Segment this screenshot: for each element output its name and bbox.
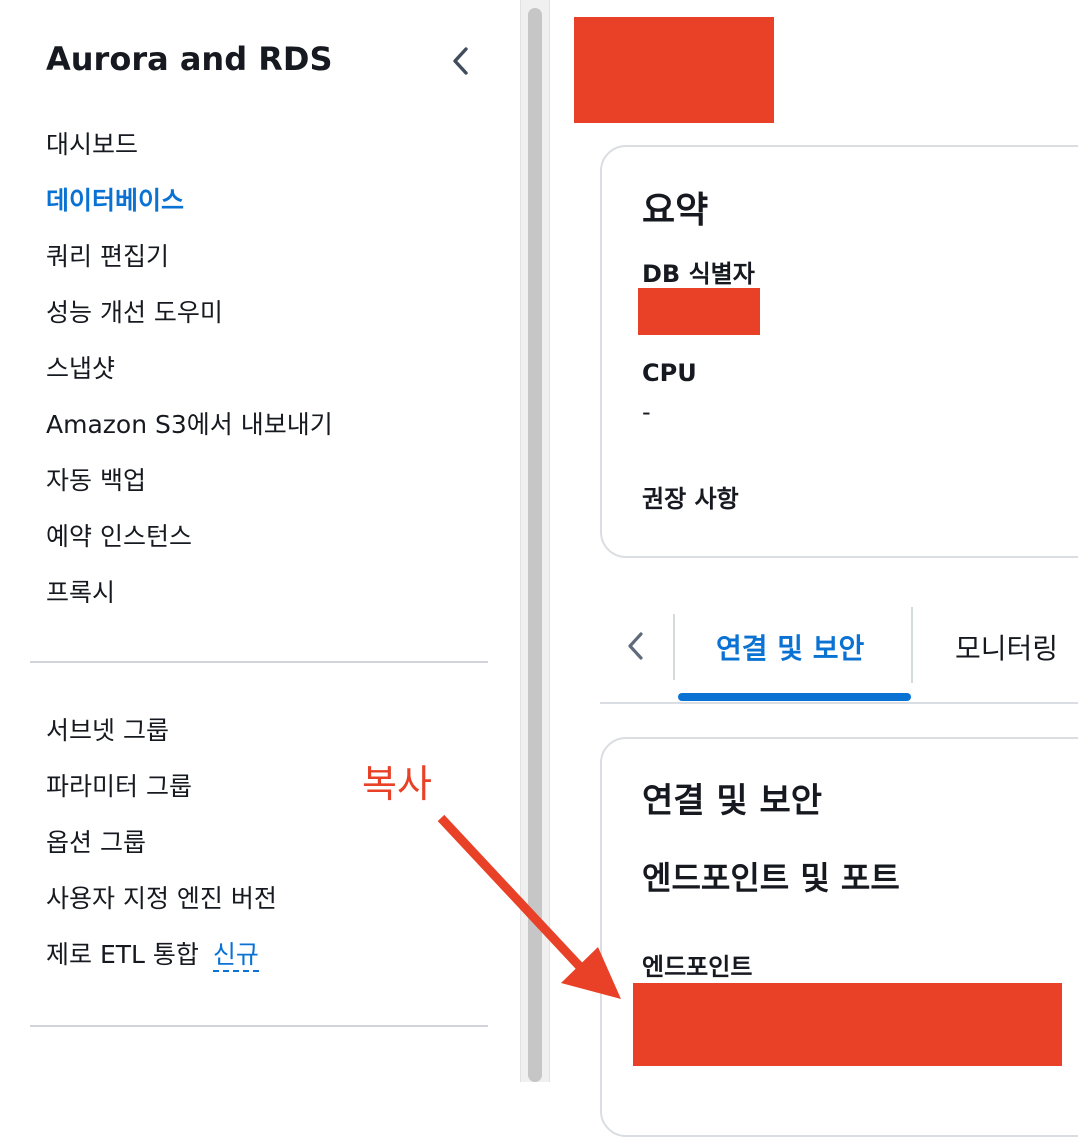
cpu-value: - — [642, 398, 651, 426]
sidebar-nav-primary: 대시보드 데이터베이스 쿼리 편집기 성능 개선 도우미 스냅샷 Amazon … — [46, 117, 333, 621]
chevron-left-icon — [453, 47, 468, 75]
sidebar-item-proxies[interactable]: 프록시 — [46, 565, 333, 621]
tab-separator — [911, 607, 913, 683]
sidebar-item-subnet-groups[interactable]: 서브넷 그룹 — [46, 703, 277, 759]
sidebar-item-dashboard[interactable]: 대시보드 — [46, 117, 333, 173]
active-tab-indicator — [678, 693, 911, 701]
chevron-left-icon — [628, 632, 643, 660]
annotation-copy-label: 복사 — [362, 762, 432, 806]
sidebar-item-exports-s3[interactable]: Amazon S3에서 내보내기 — [46, 397, 333, 453]
sidebar-collapse-button[interactable] — [446, 44, 476, 78]
sidebar-divider — [30, 661, 488, 663]
sidebar-title: Aurora and RDS — [46, 40, 333, 78]
summary-title: 요약 — [642, 190, 709, 231]
sidebar-item-performance-insights[interactable]: 성능 개선 도우미 — [46, 285, 333, 341]
sidebar: Aurora and RDS 대시보드 데이터베이스 쿼리 편집기 성능 개선 … — [0, 0, 520, 1082]
tab-connectivity-security[interactable]: 연결 및 보안 — [716, 627, 864, 667]
sidebar-item-snapshots[interactable]: 스냅샷 — [46, 341, 333, 397]
sidebar-item-custom-engine-versions[interactable]: 사용자 지정 엔진 버전 — [46, 871, 277, 927]
redacted-db-identifier — [638, 288, 760, 335]
sidebar-item-databases[interactable]: 데이터베이스 — [46, 173, 333, 229]
sidebar-item-automated-backups[interactable]: 자동 백업 — [46, 453, 333, 509]
tabs-prev-button[interactable] — [622, 628, 650, 664]
endpoint-port-heading: 엔드포인트 및 포트 — [642, 859, 900, 897]
sidebar-divider — [30, 1025, 488, 1027]
tab-separator — [673, 614, 675, 680]
new-badge: 신규 — [212, 940, 259, 972]
redacted-endpoint-value[interactable] — [633, 983, 1062, 1066]
sidebar-item-option-groups[interactable]: 옵션 그룹 — [46, 815, 277, 871]
sidebar-item-zero-etl[interactable]: 제로 ETL 통합 신규 — [46, 927, 277, 983]
sidebar-item-parameter-groups[interactable]: 파라미터 그룹 — [46, 759, 277, 815]
sidebar-item-reserved-instances[interactable]: 예약 인스턴스 — [46, 509, 333, 565]
sidebar-nav-secondary: 서브넷 그룹 파라미터 그룹 옵션 그룹 사용자 지정 엔진 버전 제로 ETL… — [46, 703, 277, 983]
recommendations-label: 권장 사항 — [642, 485, 739, 513]
tab-monitoring[interactable]: 모니터링 — [955, 627, 1058, 667]
redacted-page-title — [574, 17, 774, 123]
endpoint-label: 엔드포인트 — [642, 953, 753, 981]
tabs-baseline — [600, 702, 1078, 704]
connectivity-title: 연결 및 보안 — [642, 781, 823, 821]
cpu-label: CPU — [642, 359, 697, 387]
sidebar-item-label: 제로 ETL 통합 — [46, 940, 199, 969]
db-identifier-label: DB 식별자 — [642, 260, 755, 288]
sidebar-item-query-editor[interactable]: 쿼리 편집기 — [46, 229, 333, 285]
scrollbar-thumb[interactable] — [528, 8, 542, 1082]
